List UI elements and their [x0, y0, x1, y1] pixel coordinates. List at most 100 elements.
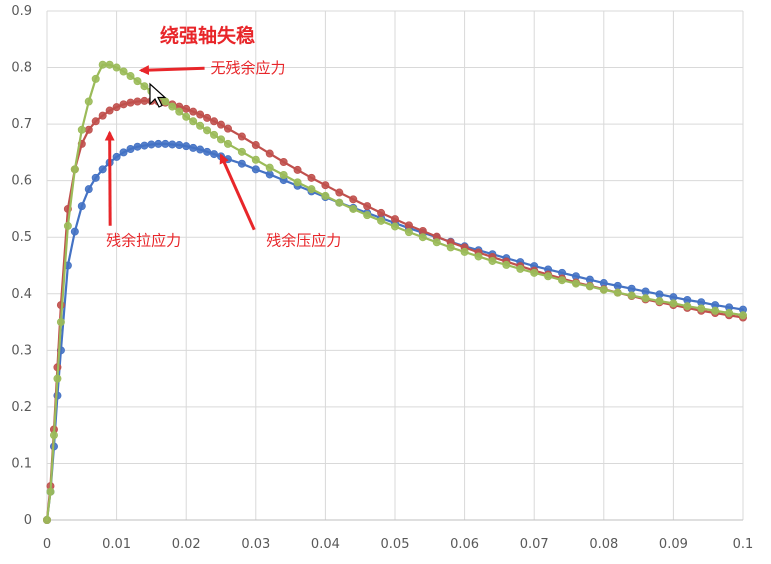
- data-point: [251, 155, 260, 164]
- data-point: [377, 216, 386, 225]
- data-point: [133, 77, 142, 86]
- chart-title: 绕强轴失稳: [160, 24, 255, 47]
- data-point: [126, 98, 135, 107]
- data-point: [697, 304, 706, 313]
- y-tick-label: 0.7: [11, 117, 32, 132]
- data-point: [223, 124, 232, 133]
- data-point: [119, 67, 128, 76]
- data-point: [446, 243, 455, 252]
- data-point: [655, 297, 664, 306]
- data-point: [627, 284, 636, 293]
- x-tick-label: 0.07: [520, 537, 549, 552]
- data-point: [237, 132, 246, 141]
- data-point: [237, 147, 246, 156]
- data-point: [196, 121, 205, 130]
- data-point: [265, 163, 274, 172]
- data-point: [119, 148, 128, 157]
- data-point: [84, 185, 93, 194]
- data-point: [126, 72, 135, 81]
- data-point: [161, 139, 170, 148]
- data-point: [182, 104, 191, 113]
- x-tick-label: 0.05: [381, 537, 410, 552]
- x-tick-label: 0.04: [311, 537, 340, 552]
- data-point: [460, 247, 469, 256]
- data-point: [98, 60, 107, 69]
- data-point: [335, 198, 344, 207]
- data-point: [627, 291, 636, 300]
- y-tick-label: 0.6: [11, 174, 32, 189]
- y-tick-label: 0.2: [11, 400, 32, 415]
- data-point: [140, 141, 149, 150]
- data-point: [133, 97, 142, 106]
- data-point: [655, 290, 664, 299]
- data-point: [84, 97, 93, 106]
- data-point: [363, 211, 372, 220]
- annotation-label: 残余拉应力: [106, 232, 181, 250]
- data-point: [112, 152, 121, 161]
- data-point: [613, 288, 622, 297]
- x-tick-label: 0.08: [589, 537, 618, 552]
- data-point: [70, 165, 79, 174]
- data-point: [105, 60, 114, 69]
- data-point: [210, 150, 219, 159]
- data-point: [349, 195, 358, 204]
- annotation-label: 残余压应力: [266, 232, 341, 250]
- data-point: [112, 63, 121, 72]
- data-point: [91, 173, 100, 182]
- data-point: [558, 276, 567, 285]
- data-point: [293, 165, 302, 174]
- data-point: [161, 97, 170, 106]
- data-point: [203, 113, 212, 122]
- data-point: [154, 139, 163, 148]
- x-tick-label: 0.06: [450, 537, 479, 552]
- data-point: [216, 120, 225, 129]
- data-point: [77, 125, 86, 134]
- data-point: [182, 112, 191, 121]
- data-point: [46, 487, 55, 496]
- data-point: [189, 107, 198, 116]
- data-point: [182, 142, 191, 151]
- data-point: [77, 202, 86, 211]
- data-point: [265, 149, 274, 158]
- x-tick-label: 0.02: [172, 537, 201, 552]
- chart-container: 0 0.1 0.2 0.3 0.4 0.5 0.6 0.7 0.8 0.9 0 0.01 0.02 0.0…: [0, 0, 771, 564]
- data-point: [530, 268, 539, 277]
- y-tick-label: 0.9: [11, 4, 32, 19]
- x-tick-label: 0.09: [659, 537, 688, 552]
- data-point: [585, 282, 594, 291]
- data-point: [189, 143, 198, 152]
- y-tick-label: 0.1: [11, 456, 32, 471]
- data-point: [91, 117, 100, 126]
- data-point: [112, 103, 121, 112]
- data-point: [683, 302, 692, 311]
- data-point: [725, 309, 734, 318]
- data-point: [105, 106, 114, 115]
- data-point: [251, 141, 260, 150]
- data-point: [307, 185, 316, 194]
- data-point: [140, 96, 149, 105]
- data-point: [98, 165, 107, 174]
- y-tick-label: 0.3: [11, 343, 32, 358]
- y-tick-label: 0.4: [11, 287, 32, 302]
- data-point: [641, 287, 650, 296]
- data-point: [98, 111, 107, 120]
- data-point: [321, 191, 330, 200]
- data-point: [53, 374, 62, 383]
- data-point: [432, 238, 441, 247]
- data-point: [126, 144, 135, 153]
- strain-load-chart: 0 0.1 0.2 0.3 0.4 0.5 0.6 0.7 0.8 0.9 0 0.01 0.02 0.0…: [0, 0, 771, 564]
- data-point: [349, 204, 358, 213]
- data-point: [418, 233, 427, 242]
- data-point: [196, 145, 205, 154]
- data-point: [63, 221, 72, 230]
- data-point: [189, 117, 198, 126]
- data-point: [70, 227, 79, 236]
- data-point: [571, 279, 580, 288]
- annotation-arrow: [104, 130, 115, 226]
- x-tick-label: 0.03: [241, 537, 270, 552]
- data-point: [390, 215, 399, 224]
- data-point: [119, 100, 128, 109]
- data-point: [669, 299, 678, 308]
- data-point: [502, 260, 511, 269]
- data-point: [599, 285, 608, 294]
